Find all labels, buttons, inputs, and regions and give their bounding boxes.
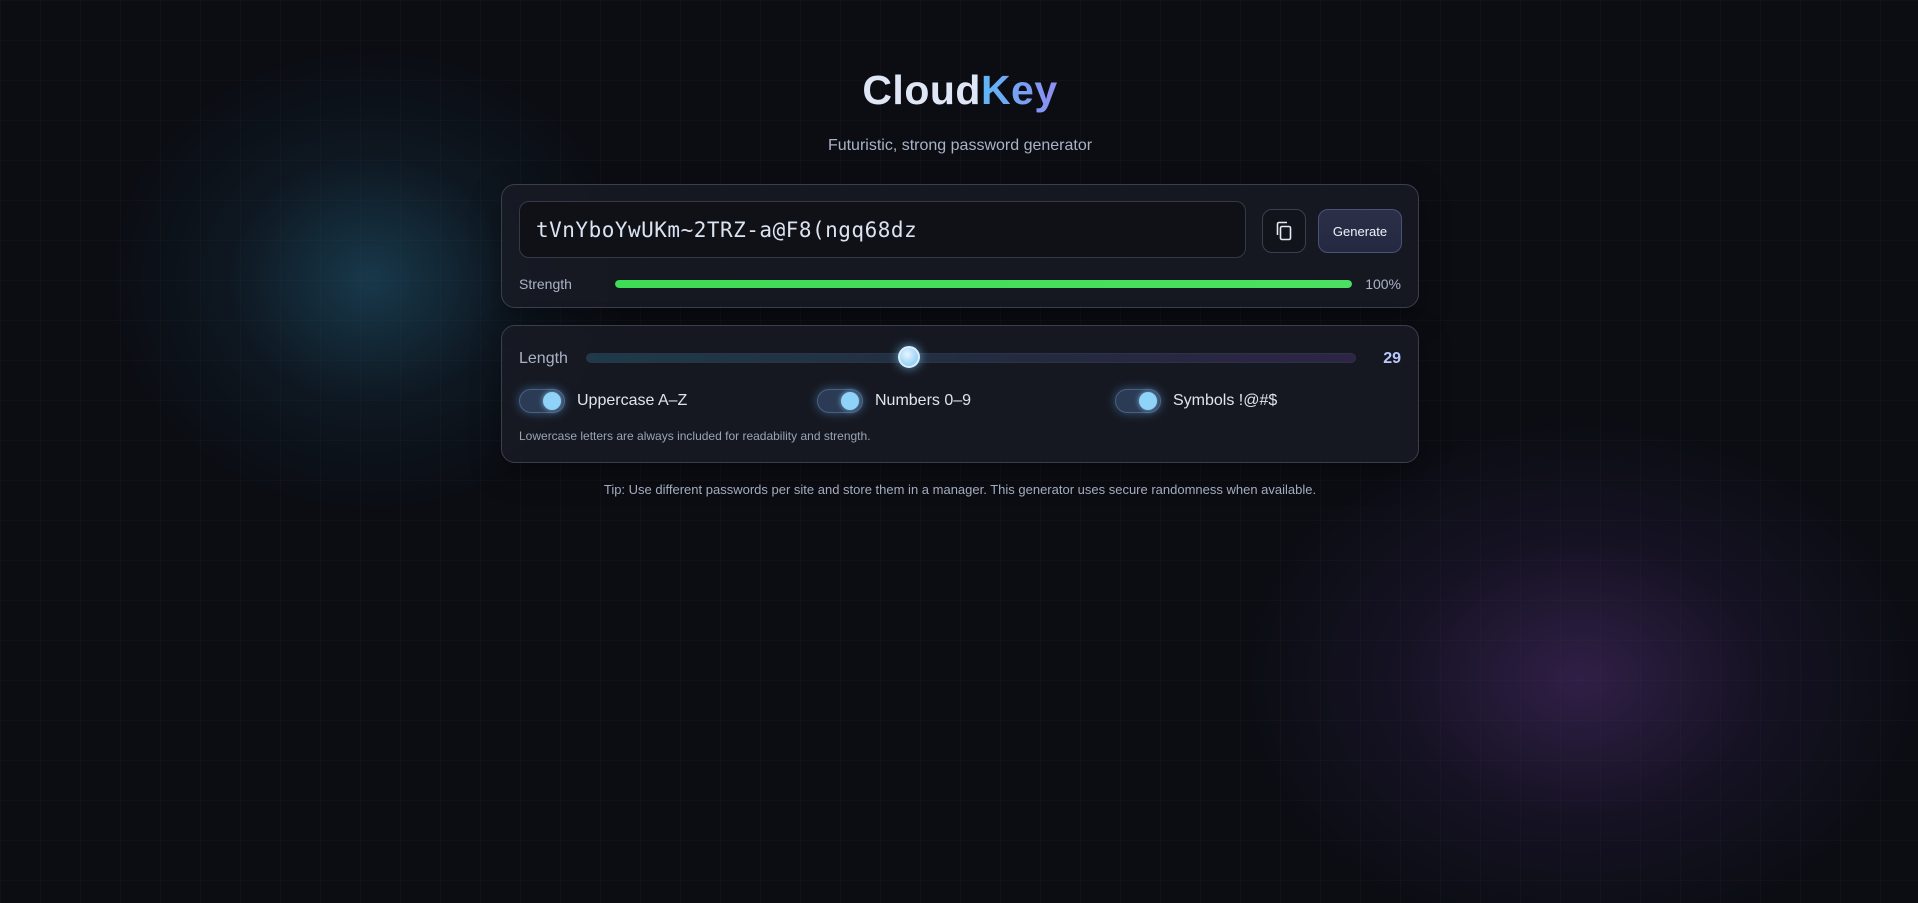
generate-button[interactable]: Generate [1318, 209, 1402, 253]
numbers-label: Numbers 0–9 [875, 392, 972, 409]
copy-button[interactable] [1262, 209, 1306, 253]
symbols-toggle[interactable] [1115, 389, 1161, 413]
uppercase-toggle[interactable] [519, 389, 565, 413]
output-card: tVnYboYwUKm~2TRZ-a@F8(ngq68dz Generate S… [501, 184, 1419, 308]
symbols-label: Symbols !@#$ [1173, 392, 1278, 409]
symbols-option[interactable]: Symbols !@#$ [1115, 389, 1277, 413]
options-card: Length 29 Uppercase A–Z Numbers 0–9 Symb… [501, 325, 1419, 463]
toggle-knob [841, 392, 859, 410]
toggle-knob [543, 392, 561, 410]
app-title-part1: Cloud [862, 67, 981, 113]
numbers-toggle[interactable] [817, 389, 863, 413]
app-title: CloudKey [501, 64, 1419, 116]
strength-meter-fill [615, 280, 1352, 288]
password-output[interactable]: tVnYboYwUKm~2TRZ-a@F8(ngq68dz [519, 201, 1246, 258]
uppercase-label: Uppercase A–Z [577, 392, 688, 409]
length-slider[interactable] [586, 353, 1356, 363]
strength-label: Strength [519, 276, 572, 292]
uppercase-option[interactable]: Uppercase A–Z [519, 389, 687, 413]
tip-text: Tip: Use different passwords per site an… [603, 482, 1317, 497]
strength-value: 100% [1365, 276, 1401, 292]
toggle-knob [1139, 392, 1157, 410]
lowercase-note: Lowercase letters are always included fo… [519, 429, 871, 443]
length-slider-thumb[interactable] [898, 346, 921, 368]
length-value: 29 [1383, 350, 1401, 367]
copy-icon [1276, 221, 1292, 241]
numbers-option[interactable]: Numbers 0–9 [817, 389, 971, 413]
app-title-part2: Key [980, 67, 1058, 113]
app-subtitle: Futuristic, strong password generator [827, 137, 1093, 154]
password-text: tVnYboYwUKm~2TRZ-a@F8(ngq68dz [536, 217, 918, 242]
strength-meter [615, 280, 1352, 288]
length-label: Length [519, 350, 568, 367]
